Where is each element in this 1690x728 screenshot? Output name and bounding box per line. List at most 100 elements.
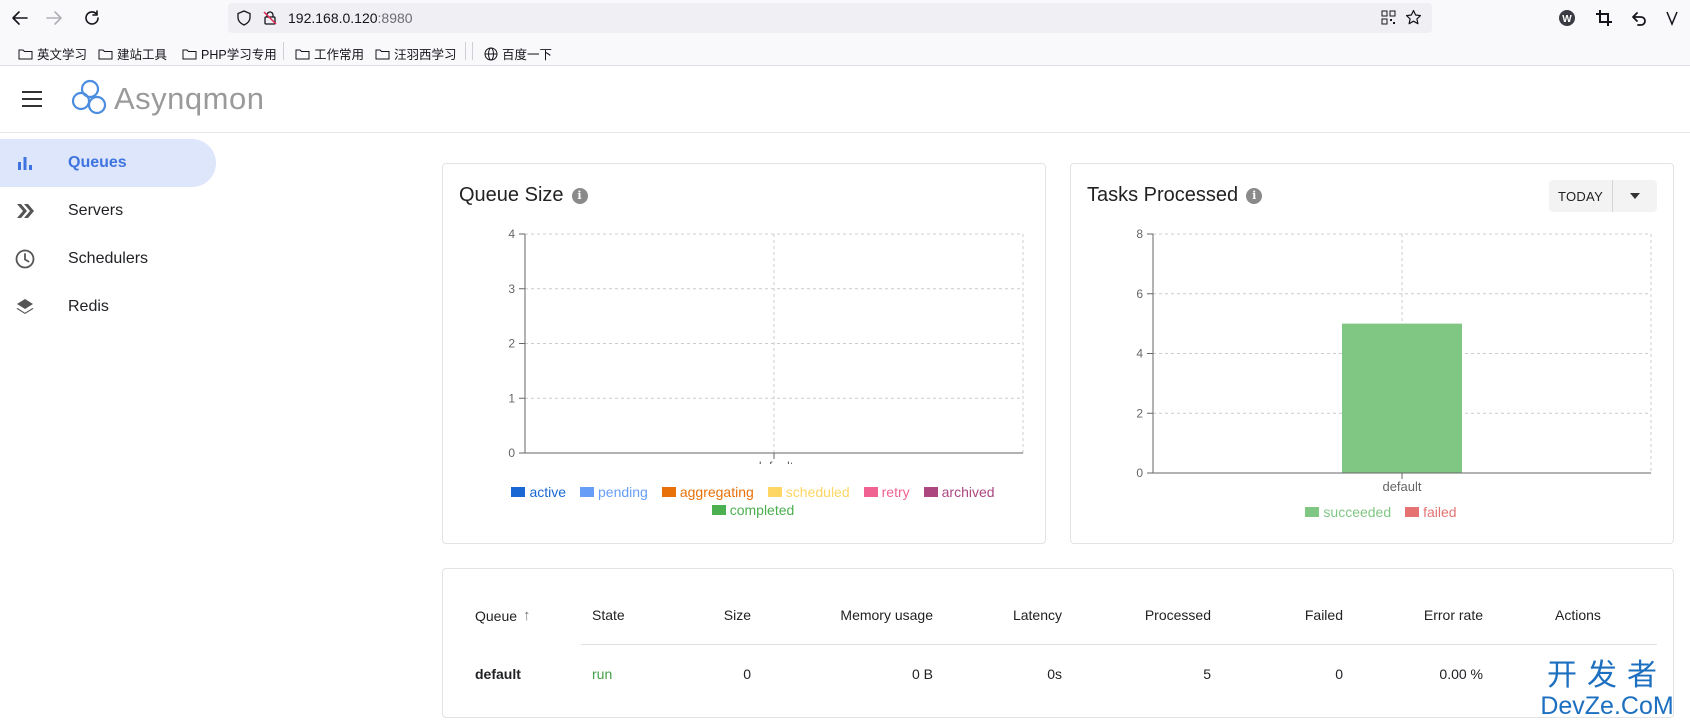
url-host: 192.168.0.120: [288, 10, 378, 26]
queue-failed: 0: [1335, 666, 1343, 682]
queue-latency: 0s: [1047, 666, 1062, 682]
tasks-processed-legend: succeeded failed: [1111, 504, 1651, 520]
legend-label: active: [529, 484, 567, 500]
reload-icon[interactable]: [80, 6, 104, 30]
bookmark-separator: [283, 42, 284, 60]
app-title: Asynqmon: [114, 81, 265, 116]
legend-item-retry[interactable]: retry: [863, 484, 910, 500]
svg-text:W: W: [1562, 14, 1572, 25]
column-header-memory-usage[interactable]: Memory usage: [840, 607, 933, 623]
column-header-actions: Actions: [1555, 607, 1601, 623]
folder-icon: [295, 49, 310, 59]
bookmark-label: 工作常用: [314, 48, 365, 62]
queue-name-link[interactable]: default: [475, 666, 521, 682]
legend-label: archived: [941, 484, 995, 500]
legend-label: pending: [598, 484, 648, 500]
back-icon[interactable]: [8, 6, 32, 30]
crop-icon[interactable]: [1592, 6, 1616, 30]
hamburger-menu-icon[interactable]: [22, 91, 42, 107]
forward-icon[interactable]: [42, 6, 66, 30]
column-header-state[interactable]: State: [592, 607, 625, 623]
bookmark-link-baidu[interactable]: 百度一下: [484, 44, 552, 63]
queues-table: Queue ↑ State Size Memory usage Latency …: [442, 568, 1674, 718]
legend-item-pending[interactable]: pending: [580, 484, 648, 500]
y-tick-label: 2: [508, 337, 515, 351]
legend-item-succeeded[interactable]: succeeded: [1305, 504, 1391, 520]
queue-size-legend: active pending aggregating scheduled retry ar…: [483, 484, 1023, 518]
legend-item-scheduled[interactable]: scheduled: [767, 484, 850, 500]
legend-item-aggregating[interactable]: aggregating: [661, 484, 754, 500]
bookmark-folder-4[interactable]: 工作常用: [295, 44, 364, 63]
insecure-lock-icon[interactable]: [262, 10, 278, 31]
y-tick-label: 6: [1136, 287, 1143, 301]
sidebar-item-schedulers[interactable]: Schedulers: [0, 235, 216, 283]
qr-code-icon[interactable]: [1381, 10, 1396, 30]
bookmark-folder-2[interactable]: 建站工具: [98, 44, 167, 63]
x-tick-label: default: [1382, 479, 1421, 494]
sidebar-item-label: Servers: [68, 202, 124, 219]
bookmarks-bar: 英文学习 建站工具 PHP学习专用 工作常用 汪羽西学习 百度一下: [0, 36, 1690, 66]
bookmark-label: 建站工具: [117, 48, 168, 62]
y-tick-label: 3: [508, 282, 515, 296]
tasks-processed-card: Tasks Processed i TODAY 0 2 4 6 8 default suc…: [1070, 163, 1674, 544]
legend-swatch: [923, 487, 938, 497]
y-tick-label: 0: [1136, 466, 1143, 480]
legend-label: succeeded: [1323, 504, 1392, 520]
column-header-latency[interactable]: Latency: [1013, 607, 1062, 623]
menu-chevron-icon[interactable]: [1660, 6, 1684, 30]
bookmark-folder-5[interactable]: 汪羽西学习: [375, 44, 457, 63]
undo-icon[interactable]: [1627, 6, 1651, 30]
legend-label: completed: [729, 502, 795, 518]
column-header-failed[interactable]: Failed: [1305, 607, 1343, 623]
legend-label: failed: [1423, 504, 1457, 520]
y-tick-label: 4: [508, 227, 515, 241]
bar-succeeded: [1342, 323, 1462, 473]
star-icon[interactable]: [1405, 9, 1422, 31]
sidebar-item-label: Schedulers: [68, 250, 149, 267]
column-header-error-rate[interactable]: Error rate: [1424, 607, 1483, 623]
shield-icon[interactable]: [236, 10, 252, 31]
address-bar[interactable]: 192.168.0.120:8980: [228, 3, 1432, 33]
queue-size: 0: [743, 666, 751, 682]
bookmark-folder-1[interactable]: 英文学习: [18, 44, 87, 63]
legend-swatch: [1305, 507, 1320, 517]
folder-icon: [98, 49, 113, 59]
queue-size-card: Queue Size i 01234default activependinga…: [442, 163, 1046, 544]
sidebar-item-label: Queues: [68, 154, 127, 171]
column-header-size[interactable]: Size: [724, 607, 751, 623]
double-chevron-icon: [14, 200, 36, 222]
site-watermark: 开发者 DevZe.CoM: [1532, 659, 1682, 721]
queue-size-chart: 0 1 2 3 4 default: [508, 227, 1024, 464]
legend-item-active[interactable]: active: [511, 484, 566, 500]
sidebar: Queues Servers Schedulers Redis: [0, 133, 216, 728]
sidebar-item-servers[interactable]: Servers: [0, 187, 216, 235]
sidebar-item-redis[interactable]: Redis: [0, 283, 216, 331]
legend-label: scheduled: [785, 484, 850, 500]
tasks-processed-chart: 0 2 4 6 8 default: [1136, 227, 1652, 494]
sort-arrow-up-icon[interactable]: ↑: [523, 607, 531, 624]
legend-swatch: [767, 487, 782, 497]
queue-processed: 5: [1203, 666, 1211, 682]
bar-chart-icon: [14, 152, 36, 174]
legend-item-completed[interactable]: completed: [711, 502, 795, 518]
legend-item-failed[interactable]: failed: [1405, 504, 1457, 520]
asynqmon-logo-icon: [71, 79, 107, 115]
sidebar-item-label: Redis: [68, 298, 109, 315]
url-text[interactable]: 192.168.0.120:8980: [288, 10, 413, 26]
legend-item-archived[interactable]: archived: [923, 484, 995, 500]
header-label: Queue: [475, 607, 518, 624]
y-tick-label: 0: [508, 446, 515, 460]
column-header-queue[interactable]: Queue ↑: [475, 607, 531, 624]
app-logo[interactable]: Asynqmon: [70, 79, 264, 119]
sidebar-item-queues[interactable]: Queues: [0, 139, 216, 187]
globe-icon: [484, 47, 498, 60]
y-tick-label: 2: [1136, 406, 1143, 420]
bookmark-folder-3[interactable]: PHP学习专用: [182, 44, 277, 63]
column-header-processed[interactable]: Processed: [1145, 607, 1211, 623]
extension-w-icon[interactable]: W: [1555, 6, 1579, 30]
clock-icon: [14, 248, 36, 270]
y-tick-label: 1: [508, 391, 515, 405]
legend-label: retry: [881, 484, 910, 500]
watermark-line-1: 开发者: [1547, 659, 1667, 692]
legend-swatch: [1405, 507, 1420, 517]
